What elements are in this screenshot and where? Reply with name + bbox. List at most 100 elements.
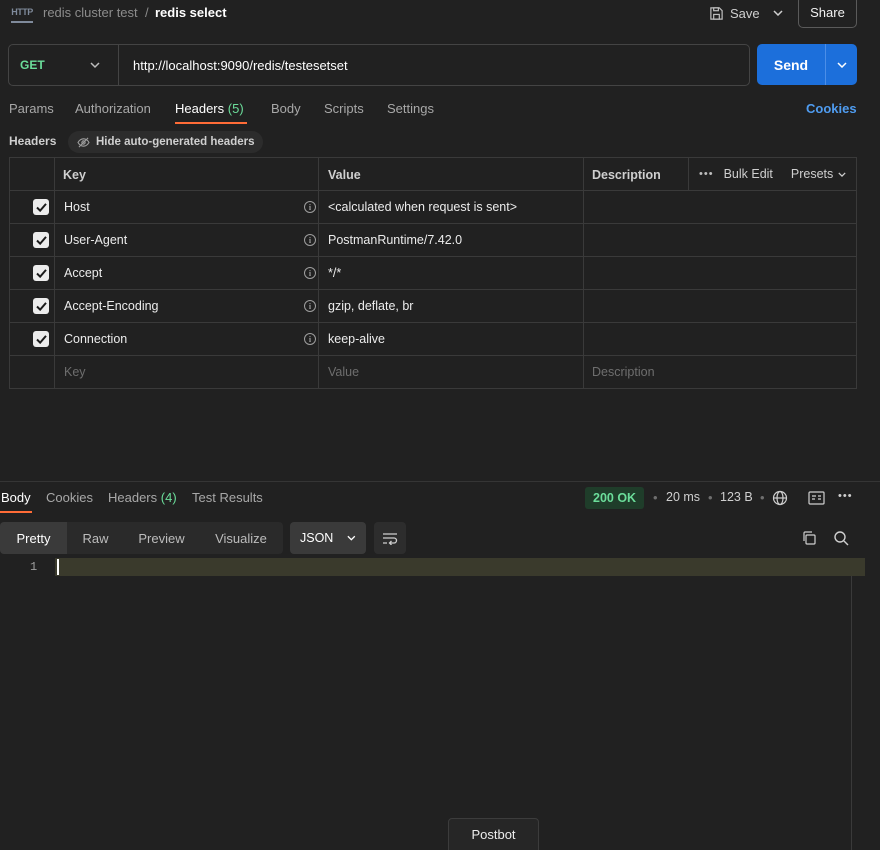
hide-auto-headers-button[interactable]: Hide auto-generated headers [68,131,264,153]
table-row: Accept i */* [10,257,856,290]
pane-splitter[interactable] [0,481,880,482]
send-options-button[interactable] [825,44,857,85]
response-time[interactable]: 20 ms [666,490,700,504]
tab-authorization[interactable]: Authorization [75,101,151,116]
breadcrumb-separator: / [145,5,149,20]
chevron-down-icon [347,535,356,541]
header-value-cell[interactable]: keep-alive [328,332,385,346]
postbot-button[interactable]: Postbot [448,818,539,850]
format-select[interactable]: JSON [290,522,366,554]
save-label: Save [730,5,760,21]
check-icon [35,268,47,278]
bulk-edit-button[interactable]: Bulk Edit [724,167,773,181]
row-checkbox[interactable] [33,331,49,347]
search-icon[interactable] [833,530,849,546]
status-badge[interactable]: 200 OK [585,487,645,509]
table-row: Connection i keep-alive [10,323,856,356]
header-value-cell[interactable]: PostmanRuntime/7.42.0 [328,233,462,247]
breadcrumb-request-name[interactable]: redis select [155,5,227,20]
text-cursor [57,559,59,575]
save-options-button[interactable] [766,0,790,26]
tab-body[interactable]: Body [271,101,301,116]
presets-label: Presets [790,167,834,181]
check-icon [35,235,47,245]
column-header-description: Description [592,168,661,182]
check-icon [35,202,47,212]
http-method-select[interactable]: GET [20,58,45,72]
view-mode-preview[interactable]: Preview [124,522,199,554]
more-options-icon[interactable]: ••• [699,168,714,180]
view-mode-pretty[interactable]: Pretty [0,522,67,554]
hide-auto-headers-label: Hide auto-generated headers [96,136,255,148]
info-icon[interactable]: i [304,201,316,213]
info-icon[interactable]: i [304,333,316,345]
active-line-highlight [55,558,865,576]
share-button[interactable]: Share [798,0,857,28]
header-value-cell[interactable]: gzip, deflate, br [328,299,413,313]
cookies-link[interactable]: Cookies [806,101,857,116]
table-row-new: Key Value Description [10,356,856,389]
request-url-bar [8,44,750,86]
table-row: User-Agent i PostmanRuntime/7.42.0 [10,224,856,257]
chevron-down-icon [838,171,846,177]
active-tab-indicator [175,122,247,124]
separator-dot: • [653,490,658,505]
tab-scripts[interactable]: Scripts [324,101,364,116]
globe-icon[interactable] [772,490,788,506]
more-options-icon[interactable]: ••• [838,490,853,502]
url-divider [118,45,119,85]
info-icon[interactable]: i [304,234,316,246]
headers-table: Key Value Description ••• Bulk Edit Pres… [9,157,857,389]
tab-headers-count: (5) [227,101,244,116]
url-input[interactable]: http://localhost:9090/redis/testesetset [133,58,348,73]
separator-dot: • [708,490,713,505]
check-icon [35,334,47,344]
tab-settings[interactable]: Settings [387,101,434,116]
row-checkbox[interactable] [33,298,49,314]
chevron-down-icon [90,62,100,69]
save-button[interactable]: Save [705,0,764,26]
header-key-cell[interactable]: Connection [64,332,127,346]
chevron-down-icon [836,61,847,68]
active-tab-indicator [0,511,32,513]
copy-icon[interactable] [801,530,817,546]
chevron-down-icon [773,10,783,16]
table-actions: ••• Bulk Edit Presets [689,158,846,190]
editor-scrollbar[interactable] [851,576,852,850]
wrap-lines-button[interactable] [374,522,406,554]
header-key-cell[interactable]: Accept-Encoding [64,299,159,313]
header-key-cell[interactable]: Accept [64,266,102,280]
presets-dropdown[interactable]: Presets [791,167,846,181]
response-size[interactable]: 123 B [720,490,753,504]
format-select-label: JSON [300,531,334,545]
line-number: 1 [30,560,38,574]
header-key-cell[interactable]: User-Agent [64,233,127,247]
response-tab-headers-count: (4) [160,490,177,505]
header-value-cell[interactable]: */* [328,266,341,280]
new-value-input[interactable]: Value [328,365,359,379]
response-tab-body[interactable]: Body [1,490,31,505]
response-tab-headers[interactable]: Headers (4) [108,490,177,505]
new-description-input[interactable]: Description [592,365,655,379]
row-checkbox[interactable] [33,265,49,281]
header-value-cell[interactable]: <calculated when request is sent> [328,200,517,214]
check-icon [35,301,47,311]
response-tab-headers-label: Headers [108,490,158,505]
info-icon[interactable]: i [304,267,316,279]
new-key-input[interactable]: Key [64,365,86,379]
row-checkbox[interactable] [33,232,49,248]
send-button[interactable]: Send [757,44,825,85]
method-dropdown-icon[interactable] [90,56,106,74]
info-icon[interactable]: i [304,300,316,312]
breadcrumb-collection[interactable]: redis cluster test [43,5,138,20]
view-mode-visualize[interactable]: Visualize [199,522,283,554]
response-tab-test-results[interactable]: Test Results [192,490,263,505]
header-key-cell[interactable]: Host [64,200,90,214]
tab-headers[interactable]: Headers (5) [175,101,244,116]
table-row: Host i <calculated when request is sent> [10,191,856,224]
response-tab-cookies[interactable]: Cookies [46,490,93,505]
tab-params[interactable]: Params [9,101,54,116]
row-checkbox[interactable] [33,199,49,215]
save-response-icon[interactable] [808,491,825,505]
view-mode-raw[interactable]: Raw [67,522,124,554]
